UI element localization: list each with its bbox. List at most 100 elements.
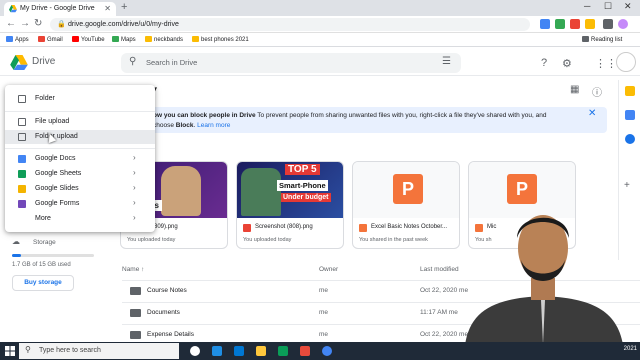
new-folder-icon: [18, 95, 26, 103]
browser-tab[interactable]: My Drive - Google Drive ✕: [4, 2, 116, 16]
banner-text: To prevent people from sharing unwanted …: [255, 112, 547, 119]
menu-item-more[interactable]: More ›: [5, 212, 155, 226]
bookmark-best-phones[interactable]: best phones 2021: [192, 36, 249, 43]
slides-file-icon: [359, 224, 367, 232]
bookmark-maps[interactable]: Maps: [112, 36, 136, 43]
lock-icon: 🔒: [57, 21, 66, 28]
forward-icon[interactable]: →: [20, 18, 30, 29]
info-banner: ow you can block people in Drive To prev…: [145, 107, 607, 133]
storage-label[interactable]: Storage: [33, 239, 56, 246]
extension-icon[interactable]: [555, 19, 565, 29]
banner-headline: ow you can block people in Drive: [153, 112, 256, 119]
reload-icon[interactable]: ↻: [34, 18, 42, 29]
banner-block-word: Block: [175, 122, 194, 129]
thumb-caption-bot: Under budget: [281, 193, 331, 202]
new-tab-icon[interactable]: +: [121, 1, 127, 13]
storage-bar: [12, 254, 94, 257]
settings-icon[interactable]: ⚙: [562, 57, 572, 70]
row-owner: me: [319, 287, 329, 294]
clock-year: 2021: [623, 346, 637, 352]
file-explorer-icon[interactable]: [256, 346, 266, 356]
divider: [5, 148, 155, 149]
menu-item-google-forms[interactable]: Google Forms ›: [5, 197, 155, 211]
keep-icon[interactable]: [625, 86, 635, 96]
forms-icon: [18, 200, 26, 208]
extension-icon[interactable]: [540, 19, 550, 29]
bookmark-neckbands[interactable]: neckbands: [145, 36, 183, 43]
folder-icon: [130, 331, 141, 339]
grid-view-icon[interactable]: ▦: [570, 84, 579, 95]
menu-item-file-upload[interactable]: File upload: [5, 115, 155, 129]
menu-item-folder-upload[interactable]: Folder upload: [5, 130, 155, 144]
slides-logo-icon: P: [393, 174, 423, 204]
calendar-icon[interactable]: [625, 134, 635, 144]
back-icon[interactable]: ←: [6, 18, 16, 29]
column-name[interactable]: Name ↑: [122, 266, 144, 273]
app-icon[interactable]: [278, 346, 288, 356]
row-modified: 11:17 AM me: [420, 309, 458, 316]
slides-icon: [18, 185, 26, 193]
chevron-right-icon: ›: [133, 198, 136, 207]
chrome-icon[interactable]: [322, 346, 332, 356]
extension-icon[interactable]: [570, 19, 580, 29]
search-placeholder: Search in Drive: [146, 58, 198, 67]
account-avatar[interactable]: [616, 52, 636, 72]
menu-item-folder[interactable]: Folder: [5, 92, 155, 106]
bookmark-gmail[interactable]: Gmail: [38, 36, 63, 43]
drive-logo-icon[interactable]: [10, 55, 28, 70]
row-owner: me: [319, 331, 329, 338]
taskbar-search-input[interactable]: ⚲ Type here to search: [19, 343, 179, 359]
minimize-icon[interactable]: ─: [584, 1, 590, 11]
suggested-file-card[interactable]: P Excel Basic Notes October... You share…: [352, 161, 460, 249]
search-input[interactable]: ⚲ Search in Drive ☰: [121, 53, 461, 73]
app-icon[interactable]: [300, 346, 310, 356]
help-icon[interactable]: ?: [541, 57, 547, 69]
divider: [5, 111, 155, 112]
thumb-caption-top: TOP 5: [285, 164, 320, 175]
extension-icon[interactable]: [585, 19, 595, 29]
add-addon-icon[interactable]: +: [624, 180, 630, 191]
profile-avatar[interactable]: [618, 19, 628, 29]
search-icon: ⚲: [25, 345, 31, 354]
bookmark-apps[interactable]: Apps: [6, 36, 29, 43]
maximize-icon[interactable]: ☐: [604, 1, 612, 12]
row-name: Expense Details: [147, 331, 194, 338]
url-field[interactable]: 🔒 drive.google.com/drive/u/0/my-drive: [50, 18, 530, 31]
windows-start-icon[interactable]: [5, 346, 15, 356]
close-tab-icon[interactable]: ✕: [104, 2, 111, 16]
info-icon[interactable]: ⓘ: [592, 84, 602, 99]
buy-storage-button[interactable]: Buy storage: [12, 275, 74, 291]
chevron-right-icon: ›: [133, 213, 136, 222]
file-name: Screenshot (808).png: [255, 224, 313, 230]
windows-taskbar: ⚲ Type here to search 2021: [0, 342, 640, 360]
drive-brand[interactable]: Drive: [32, 56, 55, 67]
storage-bar-fill: [12, 254, 22, 257]
thumb-caption-mid: Smart-Phone: [277, 180, 328, 191]
reading-list[interactable]: Reading list: [582, 36, 622, 43]
close-window-icon[interactable]: ✕: [624, 1, 632, 12]
puzzle-icon[interactable]: [603, 19, 613, 29]
file-activity: You shared in the past week: [359, 237, 428, 243]
cortana-icon[interactable]: [190, 346, 200, 356]
browser-tab-strip: My Drive - Google Drive ✕ + ─ ☐ ✕: [0, 0, 640, 16]
presenter-video-overlay: [455, 200, 630, 345]
learn-more-link[interactable]: Learn more: [197, 122, 230, 129]
menu-item-google-slides[interactable]: Google Slides ›: [5, 182, 155, 196]
edge-icon[interactable]: [212, 346, 222, 356]
search-icon[interactable]: ⚲: [129, 56, 136, 67]
search-options-icon[interactable]: ☰: [442, 56, 451, 67]
apps-grid-icon[interactable]: ⋮⋮: [595, 57, 617, 70]
banner-close-icon[interactable]: ✕: [588, 108, 596, 119]
mail-icon[interactable]: [234, 346, 244, 356]
sheets-icon: [18, 170, 26, 178]
storage-used-text: 1.7 GB of 15 GB used: [12, 262, 71, 268]
menu-item-google-sheets[interactable]: Google Sheets ›: [5, 167, 155, 181]
bookmark-youtube[interactable]: YouTube: [72, 36, 105, 43]
chevron-right-icon: ›: [133, 153, 136, 162]
suggested-file-card[interactable]: TOP 5 Smart-Phone Under budget Screensho…: [236, 161, 344, 249]
file-name: Excel Basic Notes October...: [371, 224, 448, 230]
menu-item-google-docs[interactable]: Google Docs ›: [5, 152, 155, 166]
tasks-icon[interactable]: [625, 110, 635, 120]
column-owner[interactable]: Owner: [319, 266, 338, 273]
column-modified[interactable]: Last modified: [420, 266, 459, 273]
